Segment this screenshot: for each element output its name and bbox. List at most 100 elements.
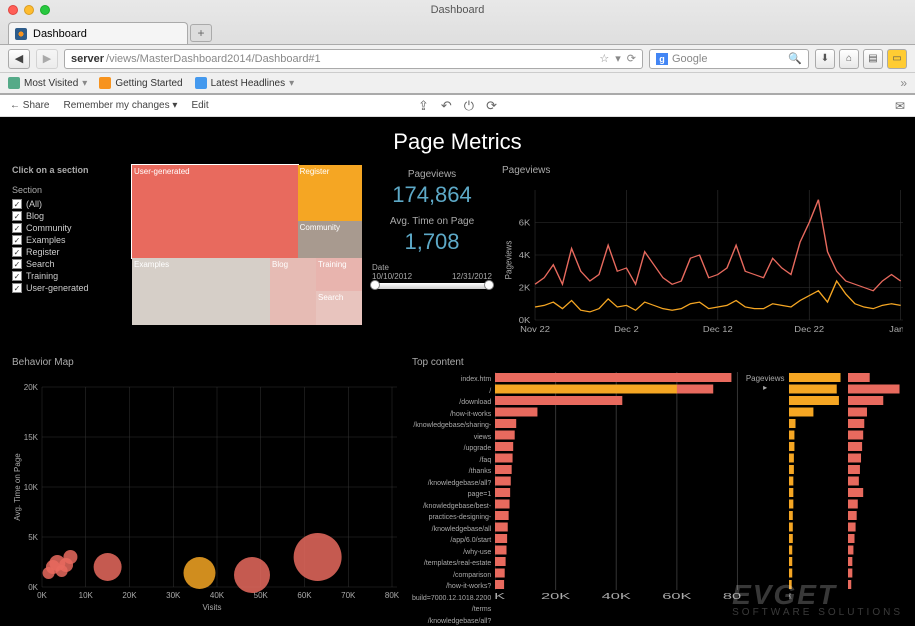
behavior-title: Behavior Map <box>12 357 402 368</box>
edit-link[interactable]: Edit <box>191 100 208 111</box>
filter-checkbox-row[interactable]: ✓ Examples <box>12 235 122 245</box>
filter-item-label: Examples <box>26 235 66 245</box>
checkbox-icon[interactable]: ✓ <box>12 235 22 245</box>
topcontent-bars-1[interactable]: 0K20K40K60K80K <box>495 372 742 602</box>
tab-label: Dashboard <box>33 28 87 40</box>
treemap-cell[interactable]: Register <box>298 165 362 221</box>
svg-text:Dec 2: Dec 2 <box>614 325 639 334</box>
treemap-cell[interactable]: Examples <box>132 258 270 325</box>
bookmark-item[interactable]: Most Visited▾ <box>8 77 87 89</box>
svg-text:4K: 4K <box>519 251 531 260</box>
remember-changes-menu[interactable]: Remember my changes ▾ <box>63 100 177 111</box>
slider-handle-end[interactable] <box>484 280 494 290</box>
svg-text:20K: 20K <box>541 592 571 601</box>
folder-icon <box>8 77 20 89</box>
treemap-cell[interactable]: User-generated <box>132 165 298 258</box>
center-tools: ⇪ ↶ ⏻ ⟳ <box>418 98 497 114</box>
scatter-area: Behavior Map 0K5K10K15K20K0K10K20K30K40K… <box>12 357 402 617</box>
home-icon[interactable]: ⌂ <box>839 49 859 69</box>
svg-text:5K: 5K <box>28 533 38 542</box>
dropdown-icon[interactable]: ▾ <box>615 52 621 65</box>
line-chart[interactable]: 0K2K4K6KNov 22Dec 2Dec 12Dec 22Jan 1Page… <box>502 180 903 335</box>
browser-tab[interactable]: Dashboard <box>8 22 188 44</box>
topcontent-labels: index.htm//download/how-it-works/knowled… <box>412 372 491 626</box>
avgtime-label: Avg. Time on Page <box>372 216 492 227</box>
filter-checkbox-row[interactable]: ✓Training <box>12 271 122 281</box>
bookmarks-icon[interactable]: ▤ <box>863 49 883 69</box>
checkbox-icon[interactable]: ✓ <box>12 259 22 269</box>
reload-icon[interactable]: ⟳ <box>627 52 636 65</box>
revert-icon[interactable]: ↶ <box>441 98 452 114</box>
url-path: /views/MasterDashboard2014/Dashboard#1 <box>106 53 321 65</box>
watermark: EVGET SOFTWARE SOLUTIONS <box>732 581 903 618</box>
topcontent-title: Top content <box>412 357 903 368</box>
download-icon[interactable]: ⬇ <box>815 49 835 69</box>
filter-checkbox-row[interactable]: ✓Search <box>12 259 122 269</box>
treemap-cell[interactable]: Search <box>316 291 362 325</box>
filter-checkbox-row[interactable]: ✓Community <box>12 223 122 233</box>
svg-text:Dec 22: Dec 22 <box>794 325 824 334</box>
checkbox-icon[interactable]: ✓ <box>12 283 22 293</box>
svg-text:6K: 6K <box>519 218 531 227</box>
filter-checkbox-row[interactable]: ✓(All) <box>12 199 122 209</box>
google-icon: g <box>656 53 668 65</box>
topcontent-row-label: /knowledgebase/all?page=2 <box>412 616 491 626</box>
treemap-chart[interactable]: User-generatedRegisterCommunity ExamplesB… <box>132 165 362 325</box>
bookmark-item[interactable]: Getting Started <box>99 77 182 89</box>
checkbox-icon[interactable]: ✓ <box>12 223 22 233</box>
topcontent-row-label: /why-use <box>412 547 491 559</box>
checkbox-icon[interactable]: ✓ <box>12 199 22 209</box>
filter-instruction: Click on a section <box>12 165 122 175</box>
filter-checkbox-row[interactable]: ✓Register <box>12 247 122 257</box>
refresh-icon[interactable]: ⟳ <box>486 98 497 114</box>
line-chart-title: Pageviews <box>502 165 903 176</box>
pageviews-label: Pageviews <box>372 169 492 180</box>
topcontent-row-label: /terms <box>412 604 491 616</box>
pause-icon[interactable]: ⏻ <box>464 98 474 114</box>
date-slider[interactable]: Date 10/10/201212/31/2012 <box>372 263 492 289</box>
bookmark-label: Latest Headlines <box>211 78 286 89</box>
svg-text:20K: 20K <box>24 383 39 392</box>
url-host: server <box>71 53 104 65</box>
treemap-cell[interactable]: Community <box>298 221 362 258</box>
svg-text:Nov 22: Nov 22 <box>520 325 550 334</box>
treemap-cell[interactable]: Blog <box>270 258 316 325</box>
url-input[interactable]: server /views/MasterDashboard2014/Dashbo… <box>64 49 643 69</box>
checkbox-icon[interactable]: ✓ <box>12 211 22 221</box>
checkbox-icon[interactable]: ✓ <box>12 247 22 257</box>
slider-track[interactable] <box>372 283 492 289</box>
export-icon[interactable]: ⇪ <box>418 98 429 114</box>
search-placeholder: Google <box>672 53 707 65</box>
maximize-icon[interactable] <box>40 5 50 15</box>
minimize-icon[interactable] <box>24 5 34 15</box>
subscribe-icon[interactable]: ✉ <box>895 99 905 113</box>
bookmark-star-icon[interactable]: ☆ <box>599 52 609 65</box>
filter-item-label: Blog <box>26 211 44 221</box>
topcontent-bars-2[interactable]: 0K20K40K60K80K <box>789 372 844 602</box>
slider-handle-start[interactable] <box>370 280 380 290</box>
svg-text:40K: 40K <box>602 592 632 601</box>
bottom-row: Behavior Map 0K5K10K15K20K0K10K20K30K40K… <box>12 357 903 617</box>
search-input[interactable]: g Google 🔍 <box>649 49 809 69</box>
treemap-cell[interactable]: Training <box>316 258 362 292</box>
filter-checkbox-row[interactable]: ✓User-generated <box>12 283 122 293</box>
menu-icon[interactable]: ▭ <box>887 49 907 69</box>
topcontent-row-label: /knowledgebase/best-practices-designing- <box>412 501 491 524</box>
topcontent-bars-3[interactable] <box>848 372 903 602</box>
search-icon[interactable]: 🔍 <box>788 52 802 65</box>
overflow-icon[interactable]: » <box>900 76 907 90</box>
back-button[interactable]: ◀ <box>8 49 30 69</box>
checkbox-icon[interactable]: ✓ <box>12 271 22 281</box>
scatter-chart[interactable]: 0K5K10K15K20K0K10K20K30K40K50K60K70K80KV… <box>12 372 402 612</box>
new-tab-button[interactable]: + <box>190 24 212 42</box>
top-row: Click on a section Section ✓(All)✓Blog✓C… <box>12 165 903 345</box>
topcontent-row-label: /knowledgebase/all?page=1 <box>412 478 491 501</box>
page-title: Page Metrics <box>12 129 903 155</box>
avgtime-value: 1,708 <box>372 229 492 255</box>
filter-checkbox-row[interactable]: ✓ Blog <box>12 211 122 221</box>
bookmark-item[interactable]: Latest Headlines▾ <box>195 77 295 89</box>
svg-text:Visits: Visits <box>203 603 222 612</box>
close-icon[interactable] <box>8 5 18 15</box>
forward-button[interactable]: ▶ <box>36 49 58 69</box>
share-link[interactable]: ← Share <box>10 100 49 111</box>
